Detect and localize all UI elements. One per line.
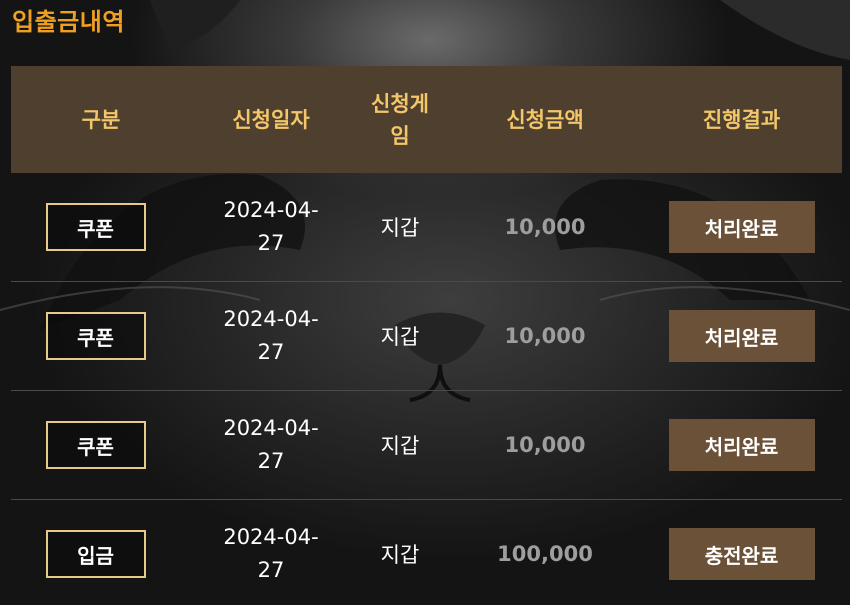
table-row: 입금 2024-04-27 지갑 100,000 충전완료 [11,500,842,605]
header-game: 신청게임 [371,91,429,148]
request-game: 지갑 [380,434,420,458]
request-date: 2024-04-27 [223,198,319,255]
header-date: 신청일자 [232,107,310,132]
result-status-button[interactable]: 처리완료 [668,201,815,253]
type-badge: 쿠폰 [45,312,146,360]
request-date: 2024-04-27 [223,307,319,364]
table-row: 쿠폰 2024-04-27 지갑 10,000 처리완료 [11,391,842,500]
type-badge: 쿠폰 [45,421,146,469]
header-result: 진행결과 [702,107,781,132]
request-game: 지갑 [380,325,420,349]
header-amount: 신청금액 [506,107,584,132]
request-game: 지갑 [380,543,420,567]
request-amount: 100,000 [497,542,593,566]
type-badge: 입금 [45,530,146,578]
request-date: 2024-04-27 [223,416,319,473]
page-title: 입출금내역 [12,8,125,36]
table-row: 쿠폰 2024-04-27 지갑 10,000 처리완료 [11,173,842,282]
request-date: 2024-04-27 [223,525,319,582]
result-status-button[interactable]: 처리완료 [668,310,815,362]
request-game: 지갑 [380,216,420,240]
request-amount: 10,000 [504,433,586,457]
result-status-button[interactable]: 충전완료 [668,528,815,580]
request-amount: 10,000 [504,215,586,239]
table-header: 구분 신청일자 신청게임 신청금액 진행결과 [11,66,842,173]
header-type: 구분 [81,107,121,132]
history-table: 구분 신청일자 신청게임 신청금액 진행결과 쿠폰 2024-04-27 지갑 … [11,66,842,605]
type-badge: 쿠폰 [45,203,146,251]
table-row: 쿠폰 2024-04-27 지갑 10,000 처리완료 [11,282,842,391]
request-amount: 10,000 [504,324,586,348]
result-status-button[interactable]: 처리완료 [668,419,815,471]
